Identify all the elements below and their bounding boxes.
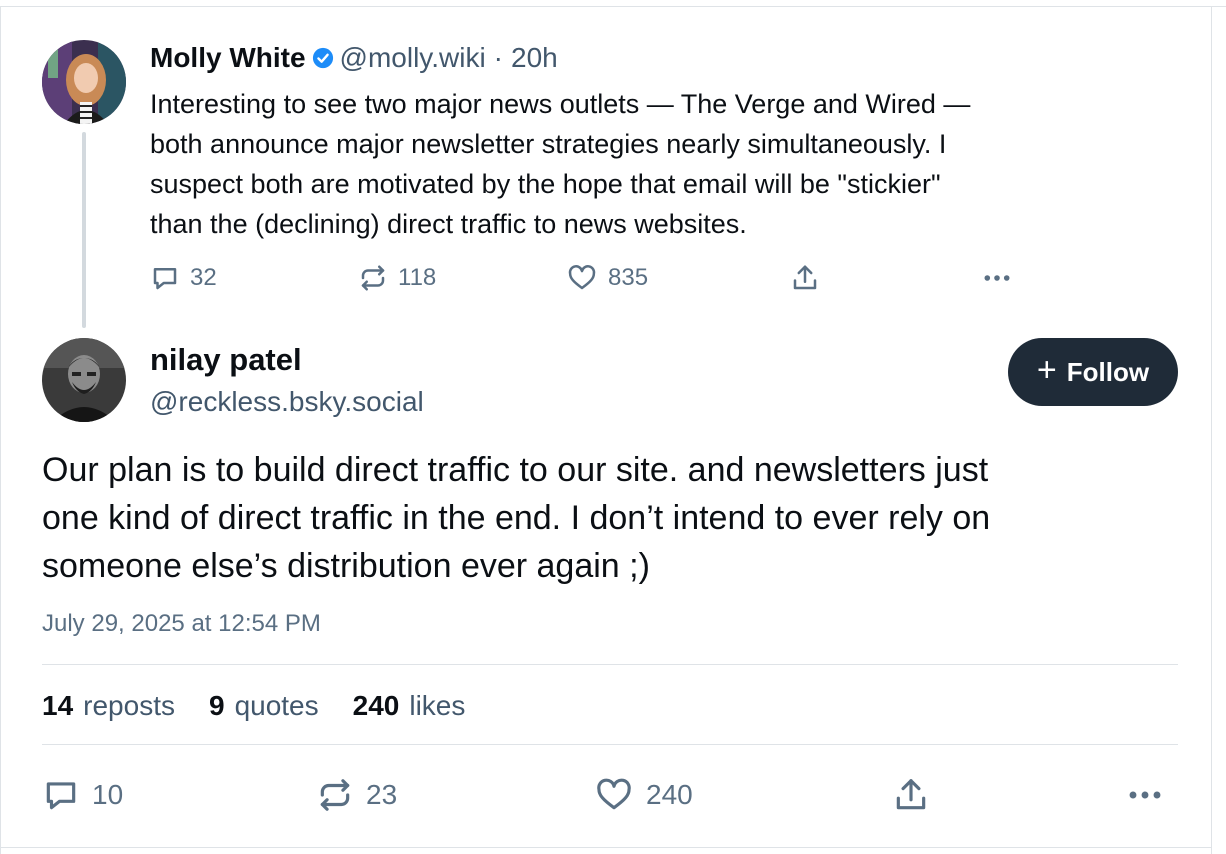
frame-bottom-border xyxy=(0,847,1212,848)
parent-like-count: 835 xyxy=(608,264,649,291)
quotes-stat[interactable]: 9 quotes xyxy=(209,690,319,722)
main-reply-count: 10 xyxy=(92,779,124,810)
likes-label: likes xyxy=(409,690,466,721)
parent-author-name[interactable]: Molly White xyxy=(150,42,306,74)
more-icon xyxy=(1129,791,1161,799)
main-author-name[interactable]: nilay patel xyxy=(150,340,302,380)
main-repost-button[interactable]: 23 xyxy=(316,774,397,816)
parent-post-actions: 32 118 835 xyxy=(150,260,1030,296)
parent-text-line: both announce major newsletter strategie… xyxy=(150,129,947,159)
reposts-stat[interactable]: 14 reposts xyxy=(42,690,175,722)
repost-icon xyxy=(320,779,350,811)
follow-label: Follow xyxy=(1066,356,1150,387)
parent-author-avatar[interactable] xyxy=(42,40,126,124)
main-author-avatar[interactable] xyxy=(42,338,126,422)
like-icon xyxy=(597,778,631,810)
main-post-text: Our plan is to build direct traffic to o… xyxy=(42,446,1192,590)
parent-post-header: Molly White @molly.wiki · 20h xyxy=(150,40,558,76)
like-icon xyxy=(568,265,596,290)
divider xyxy=(42,744,1178,745)
quotes-label: quotes xyxy=(234,690,319,721)
parent-author-handle[interactable]: @molly.wiki xyxy=(340,42,486,74)
engagement-stats: 14 reposts 9 quotes 240 likes xyxy=(42,686,499,726)
parent-more-button[interactable] xyxy=(980,260,1014,296)
more-icon xyxy=(984,275,1010,281)
header-separator: · xyxy=(493,42,503,73)
main-like-button[interactable]: 240 xyxy=(594,774,693,816)
share-icon xyxy=(896,779,926,810)
parent-share-button[interactable] xyxy=(790,260,820,296)
repost-icon xyxy=(361,265,385,291)
parent-text-line: Interesting to see two major news outlet… xyxy=(150,89,971,119)
share-icon xyxy=(793,265,817,290)
main-repost-count: 23 xyxy=(366,779,398,810)
quotes-count: 9 xyxy=(208,690,225,721)
parent-post: Molly White @molly.wiki · 20h Interestin… xyxy=(0,0,1212,330)
likes-count: 240 xyxy=(352,690,400,721)
parent-text-line: suspect both are motivated by the hope t… xyxy=(150,169,941,199)
main-text-line: someone else’s distribution ever again ;… xyxy=(42,547,650,585)
parent-reply-count: 32 xyxy=(190,264,217,291)
likes-stat[interactable]: 240 likes xyxy=(353,690,466,722)
main-more-button[interactable] xyxy=(1124,774,1166,816)
divider xyxy=(42,664,1178,665)
main-like-count: 240 xyxy=(646,779,693,810)
reply-icon xyxy=(46,782,76,810)
reposts-label: reposts xyxy=(83,690,175,721)
main-reply-button[interactable]: 10 xyxy=(42,774,123,816)
main-author-handle[interactable]: @reckless.bsky.social xyxy=(150,384,424,420)
main-share-button[interactable] xyxy=(892,774,930,816)
verified-icon[interactable] xyxy=(312,47,334,69)
main-post-actions: 10 23 240 xyxy=(42,774,1178,816)
parent-like-button[interactable]: 835 xyxy=(566,260,648,296)
reposts-count: 14 xyxy=(42,690,74,721)
parent-repost-button[interactable]: 118 xyxy=(358,260,436,296)
parent-post-time[interactable]: 20h xyxy=(511,42,558,74)
thread-connector-line xyxy=(82,132,86,328)
parent-repost-count: 118 xyxy=(398,264,437,291)
main-text-line: Our plan is to build direct traffic to o… xyxy=(42,451,989,489)
post-timestamp[interactable]: July 29, 2025 at 12:54 PM xyxy=(42,610,321,638)
parent-post-text: Interesting to see two major news outlet… xyxy=(150,84,1150,244)
reply-icon xyxy=(153,268,177,290)
main-text-line: one kind of direct traffic in the end. I… xyxy=(42,499,991,537)
parent-reply-button[interactable]: 32 xyxy=(150,260,217,296)
follow-button[interactable]: + Follow xyxy=(1008,338,1178,406)
parent-text-line: than the (declining) direct traffic to n… xyxy=(150,209,747,239)
plus-icon: + xyxy=(1036,351,1057,389)
